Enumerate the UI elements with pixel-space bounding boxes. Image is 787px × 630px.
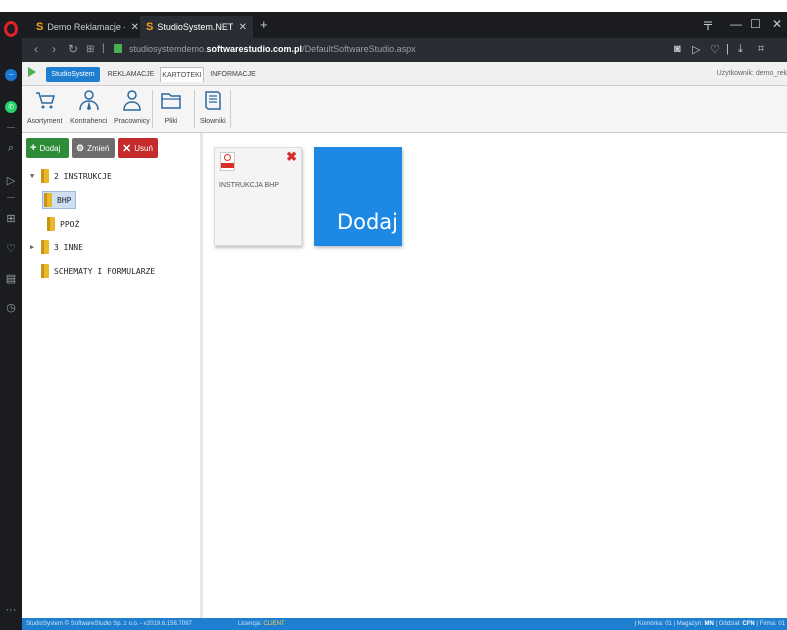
edit-button[interactable]: ⚙ Zmień <box>72 138 115 158</box>
share-icon[interactable]: ▷ <box>692 43 700 56</box>
tab-bar: S Demo Reklamacje - Demo ✕ S StudioSyste… <box>22 12 787 38</box>
caret-down-icon[interactable]: ▼ <box>30 172 38 180</box>
folder-icon <box>41 264 49 278</box>
files-area: ✖ INSTRUKCJA BHP Dodaj <box>203 133 787 618</box>
new-tab-icon[interactable]: + <box>260 17 268 32</box>
studiosystem-favicon-icon: S <box>146 21 154 33</box>
close-window-icon[interactable]: ✕ <box>772 17 782 31</box>
x-icon: ✕ <box>122 142 132 155</box>
add-button[interactable]: + Dodaj <box>26 138 69 158</box>
ribbon-slowniki[interactable]: Słowniki <box>200 89 226 125</box>
employee-icon <box>123 90 141 111</box>
ribbon-pliki[interactable]: Pliki <box>160 89 182 125</box>
tab-demo-reklamacje[interactable]: S Demo Reklamacje - Demo ✕ <box>30 16 145 38</box>
ribbon-asortyment[interactable]: Asortyment <box>27 89 62 125</box>
speed-dial-icon[interactable]: ⊞ <box>3 210 19 226</box>
gear-icon: ⚙ <box>76 142 85 153</box>
add-file-tile[interactable]: Dodaj <box>314 147 402 246</box>
tab-studiosystem[interactable]: StudioSystem <box>46 67 100 82</box>
user-label: Użytkownik: demo_rek <box>716 70 787 77</box>
tree-node-3-inne[interactable]: ▶ 3 INNE <box>30 238 83 256</box>
messenger-icon[interactable]: ~ <box>5 69 17 81</box>
url-field[interactable]: studiosystemdemo.softwarestudio.com.pl/D… <box>129 44 416 54</box>
download-icon[interactable]: ⤓ <box>738 43 743 56</box>
ribbon: Asortyment Kontrahenci Pracownicy Pliki … <box>22 86 787 133</box>
dictionary-icon <box>205 91 221 110</box>
tree-node-bhp[interactable]: BHP <box>42 191 77 209</box>
delete-file-icon[interactable]: ✖ <box>286 149 297 165</box>
more-icon[interactable]: ··· <box>3 602 19 618</box>
tab-informacje[interactable]: INFORMACJE <box>210 67 256 82</box>
address-bar: ‹ › ↻ ⊞ | studiosystemdemo.softwarestudi… <box>22 38 787 62</box>
reload-icon[interactable]: ↻ <box>68 42 78 56</box>
cart-icon <box>35 92 55 109</box>
tab-kartoteki[interactable]: KARTOTEKI <box>160 67 204 82</box>
forward-icon[interactable]: › <box>52 42 56 56</box>
tab-menu-icon[interactable]: 〒 <box>702 17 714 34</box>
status-bar: StudioSystem © SoftwareStudio Sp. z o.o.… <box>22 618 787 630</box>
folder-icon <box>161 93 181 109</box>
camera-icon[interactable]: ◙ <box>674 43 681 55</box>
play-logo-icon <box>28 67 36 77</box>
back-icon[interactable]: ‹ <box>34 42 38 56</box>
heart-icon[interactable]: ♡ <box>3 240 19 256</box>
close-tab-icon[interactable]: ✕ <box>239 22 247 33</box>
pdf-icon <box>220 152 235 171</box>
folder-icon <box>47 217 55 231</box>
file-card[interactable]: ✖ INSTRUKCJA BHP <box>214 147 302 246</box>
flow-icon[interactable]: ▷ <box>3 172 19 188</box>
tab-reklamacje[interactable]: REKLAMACJE <box>108 67 155 82</box>
tree-node-schematy[interactable]: SCHEMATY I FORMULARZE <box>41 262 155 280</box>
folder-icon <box>44 193 52 207</box>
folder-icon <box>41 169 49 183</box>
opera-logo-icon[interactable] <box>4 21 18 37</box>
folder-icon <box>41 240 49 254</box>
heart-icon[interactable]: ♡ <box>710 43 720 56</box>
maximize-icon[interactable]: ☐ <box>750 17 761 31</box>
lock-icon <box>114 44 122 53</box>
news-icon[interactable]: ▤ <box>3 270 19 286</box>
tab-studiosystem[interactable]: S StudioSystem.NET (c) Softw ✕ <box>140 16 253 38</box>
tree-node-2-instrukcje[interactable]: ▼ 2 INSTRUKCJE <box>30 167 112 185</box>
contractors-icon <box>78 90 99 111</box>
app: StudioSystem REKLAMACJE KARTOTEKI INFORM… <box>22 62 787 630</box>
status-context: | Komórka: 01 | Magazyn: MN | Oddział: C… <box>634 621 785 627</box>
plus-icon: + <box>30 142 37 154</box>
close-tab-icon[interactable]: ✕ <box>131 22 139 33</box>
menu-bar: StudioSystem REKLAMACJE KARTOTEKI INFORM… <box>22 62 787 86</box>
whatsapp-icon[interactable]: ✆ <box>5 101 17 113</box>
tree-node-ppoz[interactable]: PPOŻ <box>47 215 79 233</box>
top-margin <box>0 0 787 12</box>
ribbon-kontrahenci[interactable]: Kontrahenci <box>70 89 107 125</box>
speed-dial-icon[interactable]: ⊞ <box>86 44 94 55</box>
file-name: INSTRUKCJA BHP <box>219 182 279 189</box>
settings-icon[interactable]: ⌗ <box>758 43 764 56</box>
status-license: Licencja: CLIENT <box>238 621 285 627</box>
ribbon-pracownicy[interactable]: Pracownicy <box>114 89 150 125</box>
status-copyright: StudioSystem © SoftwareStudio Sp. z o.o.… <box>26 621 192 627</box>
tree-panel: + Dodaj ⚙ Zmień ✕ Usuń ▼ 2 INSTRUKCJE BHP P… <box>22 133 202 618</box>
caret-right-icon[interactable]: ▶ <box>30 243 38 251</box>
search-icon[interactable]: ⌕ <box>3 140 19 156</box>
tab-title: StudioSystem.NET (c) Softw <box>157 22 233 32</box>
tab-title: Demo Reklamacje - Demo <box>47 22 124 32</box>
history-icon[interactable]: ◷ <box>3 299 19 315</box>
opera-sidebar: ~ ✆ ⌕ ▷ ⊞ ♡ ▤ ◷ ··· <box>0 12 22 630</box>
delete-button[interactable]: ✕ Usuń <box>118 138 158 158</box>
minimize-icon[interactable]: — <box>730 17 742 31</box>
studiosystem-favicon-icon: S <box>36 21 44 33</box>
